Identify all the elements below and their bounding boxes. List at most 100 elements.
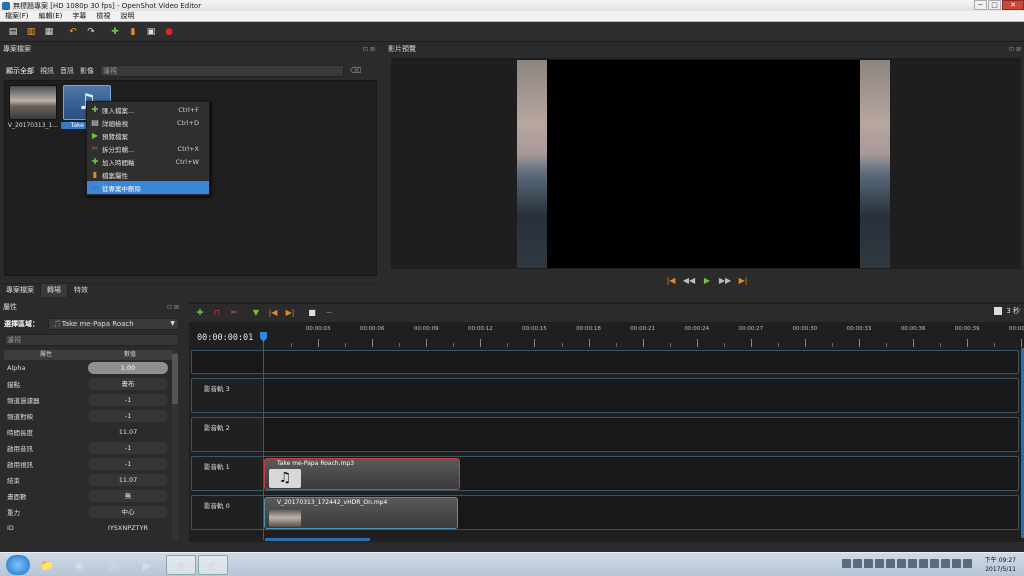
property-row[interactable]: 時間長度 11.07 xyxy=(4,424,172,440)
tray-icon[interactable] xyxy=(842,559,851,568)
property-row[interactable]: 啟用音訊 -1 xyxy=(4,440,172,456)
playhead-line[interactable] xyxy=(263,332,264,540)
maximize-button[interactable]: □ xyxy=(988,0,1001,10)
property-value[interactable]: -1 xyxy=(88,442,168,454)
zoom-box-icon[interactable]: ■ xyxy=(306,307,318,319)
project-files-search-input[interactable]: 濾視 xyxy=(100,64,344,77)
timeline-clip-video[interactable]: V_20170313_172442_vHDR_On.mp4 xyxy=(264,497,458,529)
context-menu-item[interactable]: ✚ 匯入檔案... Ctrl+F xyxy=(87,103,209,116)
openshot-icon[interactable]: ◐ xyxy=(198,555,228,575)
redo-icon[interactable]: ↷ xyxy=(84,25,98,39)
system-clock[interactable]: 下午 09:27 2017/5/11 xyxy=(976,556,1016,574)
tray-icon[interactable] xyxy=(919,559,928,568)
property-value[interactable]: 1.00 xyxy=(88,362,168,374)
property-value[interactable]: 11.07 xyxy=(88,474,168,486)
properties-dock-buttons[interactable]: ⊡ ⊠ xyxy=(167,302,179,313)
marker-icon[interactable]: ▼ xyxy=(250,307,262,319)
property-row[interactable]: 頻道過濾器 -1 xyxy=(4,392,172,408)
selection-dropdown[interactable]: 🎵Take me-Papa Roach ▼ xyxy=(48,317,179,330)
property-row[interactable]: 錨點 畫布 xyxy=(4,376,172,392)
firefox-icon[interactable]: ◉ xyxy=(64,555,94,575)
timeline-ruler[interactable]: 00:00:03 00:00:06 00:00:09 00:00:12 00:00:15… xyxy=(264,326,1024,348)
property-row[interactable]: 重力 中心 xyxy=(4,504,172,520)
timeline-track-top[interactable] xyxy=(191,350,1019,374)
tray-icon[interactable] xyxy=(963,559,972,568)
menu-help[interactable]: 說明 xyxy=(115,11,139,21)
tray-icon[interactable] xyxy=(886,559,895,568)
fast-forward-icon[interactable]: ▶▶ xyxy=(718,276,732,285)
tray-icon[interactable] xyxy=(941,559,950,568)
property-value[interactable]: 11.07 xyxy=(88,426,168,438)
timeline-track[interactable]: 影音軌 3 xyxy=(191,378,1019,413)
filter-image[interactable]: 影像 xyxy=(80,66,94,76)
timeline-track[interactable]: 影音軌 0 V_20170313_172442_vHDR_On.mp4 xyxy=(191,495,1019,530)
tab-effects[interactable]: 特效 xyxy=(68,284,94,297)
context-menu-item[interactable]: — 從專案中刪除 xyxy=(87,181,209,194)
properties-filter-input[interactable]: 濾視 xyxy=(4,334,179,346)
menu-view[interactable]: 檢視 xyxy=(91,11,115,21)
property-value[interactable]: -1 xyxy=(88,394,168,406)
jump-start-icon[interactable]: |◀ xyxy=(664,276,678,285)
tray-icon[interactable] xyxy=(908,559,917,568)
fullscreen-icon[interactable]: ▣ xyxy=(144,25,158,39)
tab-project-files[interactable]: 專案檔案 xyxy=(0,284,40,297)
property-value[interactable]: IYSXNPZTYR xyxy=(88,522,168,534)
folder-icon[interactable]: 📁 xyxy=(32,555,62,575)
clear-filter-icon[interactable]: ⌫ xyxy=(350,66,361,75)
menu-edit[interactable]: 編輯(E) xyxy=(34,11,68,21)
property-row[interactable]: ID IYSXNPZTYR xyxy=(4,520,172,536)
next-marker-icon[interactable]: ▶| xyxy=(284,307,296,319)
tray-icon[interactable] xyxy=(864,559,873,568)
film-app-icon[interactable]: ▣ xyxy=(166,555,196,575)
property-row[interactable]: Alpha 1.00 xyxy=(4,360,172,376)
timeline-track[interactable]: 影音軌 2 xyxy=(191,417,1019,452)
property-value[interactable]: -1 xyxy=(88,458,168,470)
tray-icon[interactable] xyxy=(875,559,884,568)
chrome-icon[interactable]: ◎ xyxy=(98,555,128,575)
properties-scrollbar-thumb[interactable] xyxy=(172,354,178,404)
file-item-video[interactable]: V_20170313_1... xyxy=(7,85,59,129)
tab-transitions[interactable]: 轉場 xyxy=(40,283,68,297)
property-row[interactable]: 頻道對映 -1 xyxy=(4,408,172,424)
undo-icon[interactable]: ↶ xyxy=(66,25,80,39)
profile-icon[interactable]: ▮ xyxy=(126,25,140,39)
property-row[interactable]: 畫面數 無 xyxy=(4,488,172,504)
tray-icon[interactable] xyxy=(853,559,862,568)
rewind-icon[interactable]: ◀◀ xyxy=(682,276,696,285)
property-row[interactable]: 啟用視訊 -1 xyxy=(4,456,172,472)
add-track-icon[interactable]: ✚ xyxy=(194,307,206,319)
filter-audio[interactable]: 音訊 xyxy=(60,66,74,76)
open-project-icon[interactable]: ▥ xyxy=(24,25,38,39)
property-row[interactable]: 結束 11.07 xyxy=(4,472,172,488)
start-button[interactable] xyxy=(6,555,30,575)
timeline-horizontal-scrollbar[interactable] xyxy=(265,538,370,541)
jump-end-icon[interactable]: ▶| xyxy=(736,276,750,285)
tray-icon[interactable] xyxy=(930,559,939,568)
property-value[interactable]: 無 xyxy=(88,490,168,502)
properties-scrollbar[interactable] xyxy=(172,350,178,540)
context-menu-item[interactable]: ▤ 詳細檢視 Ctrl+D xyxy=(87,116,209,129)
property-value[interactable]: -1 xyxy=(88,410,168,422)
import-files-icon[interactable]: ✚ xyxy=(108,25,122,39)
project-files-dock-buttons[interactable]: ⊡ ⊠ xyxy=(363,44,375,55)
media-player-icon[interactable]: ▶ xyxy=(132,555,162,575)
context-menu-item[interactable]: ▶ 預覽檔案 xyxy=(87,129,209,142)
close-button[interactable]: ✕ xyxy=(1002,0,1024,10)
play-icon[interactable]: ▶ xyxy=(700,276,714,285)
timeline-clip-audio[interactable]: Take me-Papa Roach.mp3 ♫ xyxy=(264,458,460,490)
menu-file[interactable]: 檔案(F) xyxy=(0,11,34,21)
preview-dock-buttons[interactable]: ⊡ ⊠ xyxy=(1009,44,1021,55)
tray-icon[interactable] xyxy=(952,559,961,568)
filter-show-all[interactable]: 顯示全部 xyxy=(6,66,34,76)
export-video-icon[interactable]: ● xyxy=(162,25,176,39)
menu-title[interactable]: 字幕 xyxy=(67,11,91,21)
filter-video[interactable]: 視訊 xyxy=(40,66,54,76)
snap-icon[interactable]: ⊓ xyxy=(211,307,223,319)
context-menu-item[interactable]: ▮ 檔案屬性 xyxy=(87,168,209,181)
new-project-icon[interactable]: ▤ xyxy=(6,25,20,39)
razor-icon[interactable]: ✂ xyxy=(228,307,240,319)
property-value[interactable]: 中心 xyxy=(88,506,168,518)
save-project-icon[interactable]: ▦ xyxy=(42,25,56,39)
zoom-slider-icon[interactable]: − xyxy=(323,307,335,319)
prev-marker-icon[interactable]: |◀ xyxy=(267,307,279,319)
